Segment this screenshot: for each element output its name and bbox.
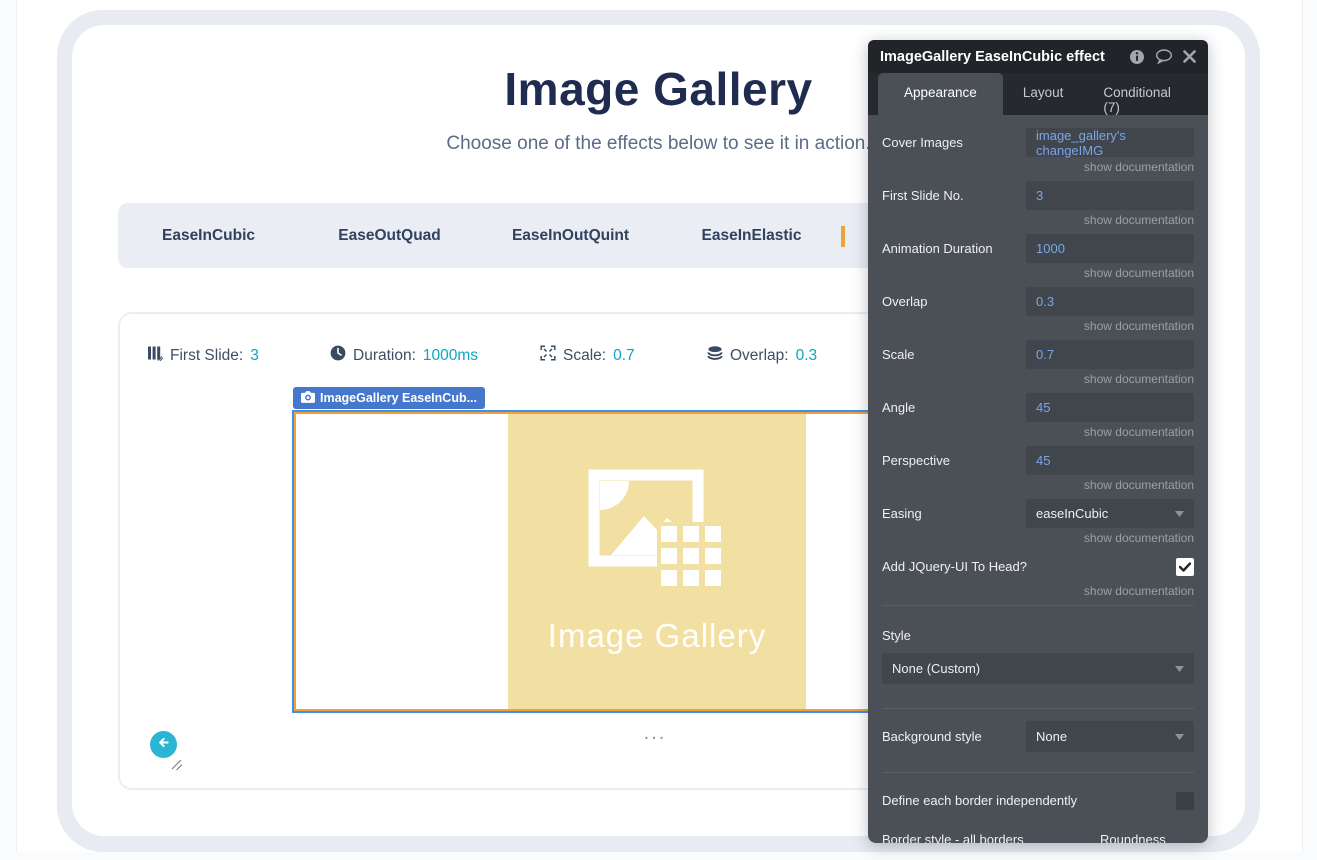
stat-value: 3 [250, 347, 259, 365]
section-divider [882, 708, 1194, 709]
back-button[interactable] [150, 731, 177, 758]
clock-icon [330, 345, 346, 366]
style-section-label: Style [882, 628, 1194, 643]
stat-value: 1000ms [423, 347, 478, 365]
show-documentation-link[interactable]: show documentation [882, 478, 1194, 492]
tab-conditional[interactable]: Conditional (7) [1083, 73, 1208, 115]
show-documentation-link[interactable]: show documentation [882, 584, 1194, 598]
gallery-placeholder: Image Gallery [508, 414, 806, 709]
stat-label: First Slide: [170, 347, 243, 365]
slides-icon [147, 345, 163, 366]
field-label-easing: Easing [882, 506, 922, 521]
section-divider [882, 772, 1194, 773]
tab-easeoutquad[interactable]: EaseOutQuad [299, 227, 480, 245]
stat-label: Scale: [563, 347, 606, 365]
stat-scale: Scale: 0.7 [540, 345, 635, 366]
tab-easeincubic[interactable]: EaseInCubic [118, 227, 299, 245]
scale-input[interactable]: 0.7 [1026, 340, 1194, 369]
resize-handle-icon[interactable] [171, 757, 182, 768]
show-documentation-link[interactable]: show documentation [882, 425, 1194, 439]
stat-value: 0.7 [613, 347, 635, 365]
pagination-ellipsis: ... [590, 722, 720, 745]
chevron-down-icon [1175, 511, 1184, 517]
stat-first-slide: First Slide: 3 [147, 345, 259, 366]
screen: Image Gallery Choose one of the effects … [0, 0, 1317, 860]
chevron-down-icon [1175, 734, 1184, 740]
image-gallery-icon [587, 468, 727, 597]
tab-appearance[interactable]: Appearance [878, 73, 1003, 115]
overlap-input[interactable]: 0.3 [1026, 287, 1194, 316]
show-documentation-link[interactable]: show documentation [882, 160, 1194, 174]
panel-header: ImageGallery EaseInCubic effect [868, 40, 1208, 73]
field-label-first-slide: First Slide No. [882, 188, 964, 203]
animation-duration-input[interactable]: 1000 [1026, 234, 1194, 263]
tab-layout[interactable]: Layout [1003, 73, 1084, 115]
stat-value: 0.3 [796, 347, 818, 365]
jquery-ui-checkbox[interactable] [1176, 558, 1194, 576]
arrow-left-icon [156, 735, 171, 755]
show-documentation-link[interactable]: show documentation [882, 319, 1194, 333]
info-icon[interactable] [1129, 49, 1145, 65]
properties-panel: ImageGallery EaseInCubic effect Appearan… [868, 40, 1208, 843]
perspective-input[interactable]: 45 [1026, 446, 1194, 475]
stat-label: Overlap: [730, 347, 789, 365]
stat-duration: Duration: 1000ms [330, 345, 478, 366]
cover-images-input[interactable]: image_gallery's changeIMG [1026, 128, 1194, 157]
stat-overlap: Overlap: 0.3 [707, 345, 817, 366]
border-style-label: Border style - all borders [882, 832, 1100, 843]
chevron-down-icon [1175, 666, 1184, 672]
style-dropdown[interactable]: None (Custom) [882, 653, 1194, 684]
field-label-angle: Angle [882, 400, 915, 415]
element-badge[interactable]: ImageGallery EaseInCub... [293, 387, 485, 409]
check-icon [1179, 562, 1191, 572]
show-documentation-link[interactable]: show documentation [882, 531, 1194, 545]
field-label-cover-images: Cover Images [882, 135, 963, 150]
easing-dropdown[interactable]: easeInCubic [1026, 499, 1194, 528]
element-badge-label: ImageGallery EaseInCub... [320, 391, 477, 405]
angle-input[interactable]: 45 [1026, 393, 1194, 422]
overlap-icon [707, 345, 723, 366]
comment-icon[interactable] [1155, 49, 1173, 64]
panel-body: Cover Images image_gallery's changeIMG sh… [868, 115, 1208, 843]
roundness-label: Roundness [1100, 832, 1194, 843]
show-documentation-link[interactable]: show documentation [882, 266, 1194, 280]
border-independent-checkbox[interactable] [1176, 792, 1194, 810]
field-label-perspective: Perspective [882, 453, 950, 468]
panel-title: ImageGallery EaseInCubic effect [880, 49, 1129, 65]
show-documentation-link[interactable]: show documentation [882, 213, 1194, 227]
field-label-animation-duration: Animation Duration [882, 241, 993, 256]
section-divider [882, 605, 1194, 606]
background-style-label: Background style [882, 729, 982, 744]
tab-partial-next[interactable] [841, 226, 845, 247]
field-label-jquery-ui: Add JQuery-UI To Head? [882, 559, 1027, 574]
tab-easeinoutquint[interactable]: EaseInOutQuint [480, 227, 661, 245]
field-label-scale: Scale [882, 347, 915, 362]
gallery-placeholder-label: Image Gallery [548, 617, 766, 655]
show-documentation-link[interactable]: show documentation [882, 372, 1194, 386]
close-icon[interactable] [1183, 50, 1196, 63]
scale-icon [540, 345, 556, 366]
tab-easeinelastic[interactable]: EaseInElastic [661, 227, 842, 245]
border-independent-label: Define each border independently [882, 793, 1077, 808]
background-style-dropdown[interactable]: None [1026, 721, 1194, 752]
field-label-overlap: Overlap [882, 294, 928, 309]
stat-label: Duration: [353, 347, 416, 365]
first-slide-input[interactable]: 3 [1026, 181, 1194, 210]
camera-icon [301, 391, 315, 406]
panel-tab-bar: Appearance Layout Conditional (7) [868, 73, 1208, 115]
